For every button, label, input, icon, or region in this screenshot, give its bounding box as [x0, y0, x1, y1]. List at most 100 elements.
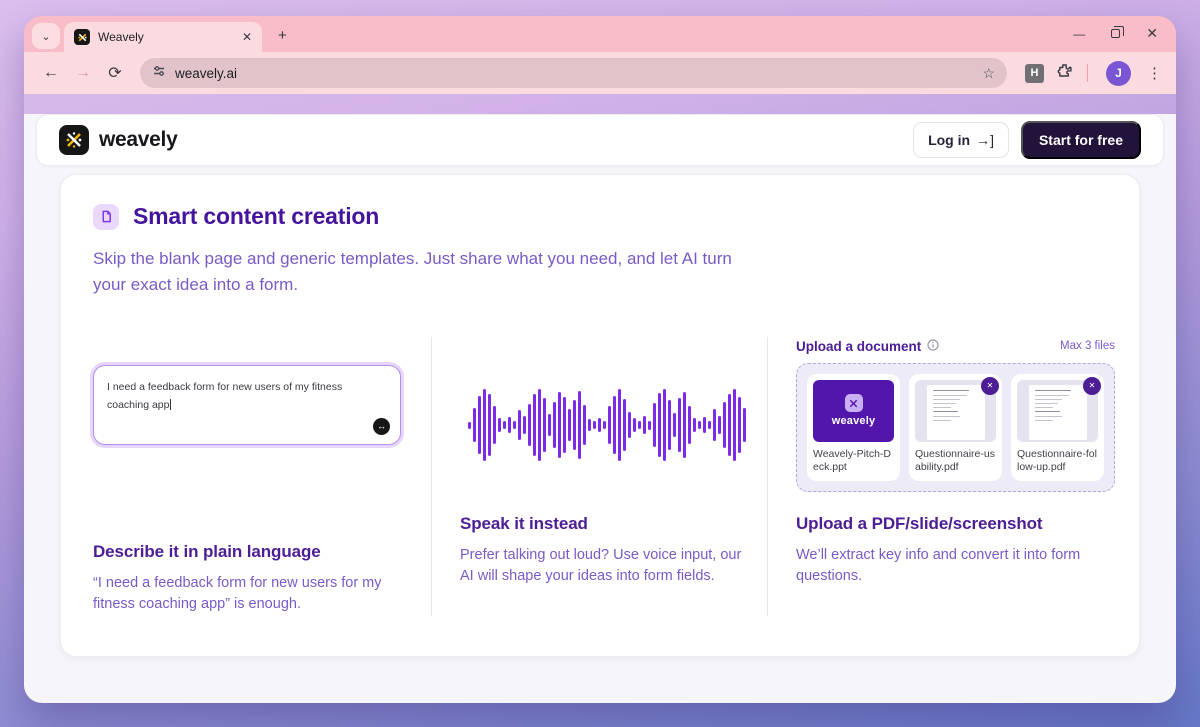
- remove-file-button[interactable]: ✕: [1083, 376, 1101, 395]
- cta-label: Start for free: [1038, 132, 1123, 148]
- remove-file-button[interactable]: ✕: [981, 376, 999, 395]
- brand-logo-group[interactable]: weavely: [59, 125, 178, 155]
- login-arrow-icon: →]: [976, 132, 994, 148]
- waveform-bar: [687, 406, 691, 445]
- waveform-bar: [467, 421, 471, 429]
- upload-dropzone[interactable]: weavely Weavely-Pitch-Deck.ppt ✕ Questio…: [796, 362, 1115, 492]
- browser-menu-icon[interactable]: ⋮: [1147, 64, 1162, 82]
- prompt-action-button[interactable]: ↔: [373, 417, 390, 435]
- waveform-bar: [712, 409, 716, 442]
- speak-heading: Speak it instead: [460, 513, 588, 533]
- waveform-bar: [667, 400, 671, 451]
- page-title: Smart content creation: [133, 203, 380, 229]
- waveform-bar: [717, 416, 721, 435]
- waveform-bar: [557, 392, 561, 459]
- tab-strip: ⌄ Weavely ✕ + — ✕: [24, 16, 1176, 52]
- weavely-favicon-icon: [74, 29, 90, 45]
- waveform-bar: [482, 389, 486, 462]
- browser-window: ⌄ Weavely ✕ + — ✕ ← → ⟳ weavely.ai ☆ H J…: [24, 16, 1176, 703]
- chevron-down-icon: ⌄: [41, 30, 51, 43]
- waveform-bar: [657, 393, 661, 458]
- new-tab-button[interactable]: +: [278, 27, 287, 44]
- minimize-button[interactable]: —: [1073, 27, 1085, 41]
- start-for-free-button[interactable]: Start for free: [1020, 121, 1141, 159]
- waveform-bar: [612, 396, 616, 455]
- text-caret: [170, 398, 172, 410]
- waveform-bar: [582, 405, 586, 446]
- tab-title: Weavely: [98, 30, 144, 44]
- describe-column: I need a feedback form for new users of …: [93, 337, 431, 617]
- restore-button[interactable]: [1111, 26, 1125, 38]
- waveform-bar: [637, 421, 641, 430]
- waveform-bar: [547, 414, 551, 437]
- waveform-bar: [602, 421, 606, 430]
- waveform-bar: [627, 412, 631, 439]
- waveform-bar: [522, 416, 526, 435]
- speak-body: Prefer talking out loud? Use voice input…: [460, 546, 742, 585]
- profile-avatar[interactable]: J: [1106, 60, 1131, 86]
- prompt-input-value: I need a feedback form for new users of …: [107, 380, 343, 411]
- prompt-input[interactable]: I need a feedback form for new users of …: [93, 364, 401, 445]
- info-icon[interactable]: [927, 339, 939, 354]
- pitch-deck-thumbnail: weavely: [813, 379, 894, 442]
- login-label: Log in: [928, 132, 971, 148]
- waveform-bar: [507, 417, 511, 434]
- close-window-button[interactable]: ✕: [1146, 25, 1158, 42]
- upload-heading: Upload a PDF/slide/screenshot: [796, 513, 1043, 533]
- forward-button[interactable]: →: [70, 64, 96, 82]
- upload-column: Upload a document Max 3 files weavely We…: [767, 336, 1129, 617]
- max-files-note: Max 3 files: [1060, 340, 1115, 353]
- waveform-bar: [742, 408, 746, 443]
- waveform-bar: [492, 406, 496, 445]
- waveform-bar: [562, 397, 566, 454]
- waveform-bar: [647, 420, 651, 430]
- waveform-bar: [587, 419, 591, 432]
- waveform-bar: [672, 413, 676, 438]
- waveform-bar: [702, 417, 706, 434]
- waveform-bar: [477, 396, 481, 455]
- waveform-bar: [472, 408, 476, 443]
- waveform-bar: [727, 394, 731, 457]
- address-bar[interactable]: weavely.ai ☆: [140, 58, 1007, 88]
- file-card[interactable]: ✕ Questionnaire-follow-up.pdf: [1011, 373, 1104, 481]
- waveform-bar: [572, 400, 576, 451]
- waveform-bar: [737, 397, 741, 454]
- site-header: weavely Log in →] Start for free: [36, 114, 1164, 166]
- section-subtitle: Skip the blank page and generic template…: [93, 249, 732, 295]
- waveform-bar: [597, 418, 601, 433]
- browser-tab[interactable]: Weavely ✕: [64, 22, 262, 52]
- waveform-bar: [722, 402, 726, 449]
- file-card[interactable]: ✕ Questionnaire-usability.pdf: [909, 373, 1002, 481]
- waveform-bar: [517, 410, 521, 441]
- describe-body: “I need a feedback form for new users fo…: [93, 574, 382, 613]
- back-button[interactable]: ←: [38, 64, 64, 82]
- document-preview: [926, 384, 985, 440]
- site-settings-icon[interactable]: [152, 64, 166, 83]
- tab-close-icon[interactable]: ✕: [242, 30, 252, 44]
- upload-label: Upload a document: [796, 338, 922, 354]
- extensions-puzzle-icon[interactable]: [1056, 62, 1073, 84]
- arrows-icon: ↔: [377, 421, 386, 432]
- speak-column: Speak it instead Prefer talking out loud…: [431, 336, 767, 617]
- upload-body: We’ll extract key info and convert it in…: [796, 546, 1081, 585]
- tab-search-button[interactable]: ⌄: [32, 23, 60, 49]
- file-name: Weavely-Pitch-Deck.ppt: [813, 447, 891, 474]
- file-card[interactable]: weavely Weavely-Pitch-Deck.ppt: [807, 373, 900, 481]
- bookmark-star-icon[interactable]: ☆: [982, 65, 995, 82]
- voice-waveform: [460, 337, 753, 514]
- waveform-bar: [622, 399, 626, 452]
- document-preview: [1028, 384, 1087, 440]
- url-text[interactable]: weavely.ai: [175, 66, 973, 81]
- document-badge-icon: [93, 203, 119, 230]
- waveform-bar: [537, 389, 541, 462]
- extension-h-icon[interactable]: H: [1025, 63, 1044, 83]
- thumb-brand-text: weavely: [831, 415, 876, 428]
- reload-button[interactable]: ⟳: [102, 63, 128, 83]
- waveform-bar: [692, 418, 696, 433]
- waveform-bar: [552, 402, 556, 449]
- waveform-bar: [567, 409, 571, 442]
- login-button[interactable]: Log in →]: [913, 122, 1009, 158]
- waveform-bar: [527, 404, 531, 447]
- waveform-bar: [497, 418, 501, 433]
- close-icon: ✕: [1088, 381, 1096, 391]
